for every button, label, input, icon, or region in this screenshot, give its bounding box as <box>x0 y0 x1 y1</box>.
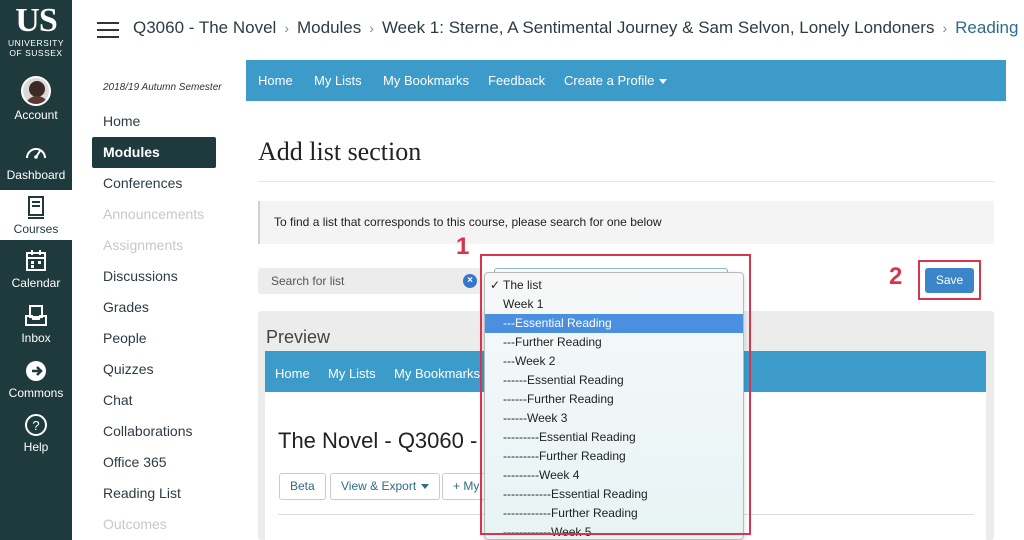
inbox-icon <box>25 305 47 326</box>
global-nav-label: Inbox <box>21 331 51 345</box>
logo-line-1: UNIVERSITY <box>7 38 64 48</box>
course-nav-modules[interactable]: Modules <box>92 137 216 168</box>
preview-my-bookmarks[interactable]: My Bookmarks <box>394 366 480 381</box>
logo-mark: US <box>15 2 57 39</box>
global-nav: US UNIVERSITY OF SUSSEX Account Dashboar… <box>0 0 72 540</box>
course-nav-home[interactable]: Home <box>92 106 216 137</box>
annotation-box-1 <box>480 254 751 535</box>
course-nav: Home Modules Conferences Announcements A… <box>92 106 216 540</box>
university-logo[interactable]: US UNIVERSITY OF SUSSEX <box>0 2 72 59</box>
search-input[interactable]: Search for list × <box>258 268 482 294</box>
breadcrumb-week[interactable]: Week 1: Sterne, A Sentimental Journey & … <box>382 18 935 37</box>
menu-toggle-icon[interactable] <box>97 22 119 38</box>
preview-my-lists[interactable]: My Lists <box>328 366 376 381</box>
svg-text:?: ? <box>32 418 39 433</box>
course-nav-reading-list[interactable]: Reading List <box>92 478 216 509</box>
global-nav-label: Calendar <box>11 276 61 290</box>
chevron-down-icon <box>421 484 430 490</box>
course-nav-office-365[interactable]: Office 365 <box>92 447 216 478</box>
preview-list-title: The Novel - Q3060 - <box>278 428 478 453</box>
calendar-icon <box>26 250 46 271</box>
course-nav-outcomes: Outcomes <box>103 516 167 532</box>
global-nav-calendar[interactable]: Calendar <box>0 248 72 290</box>
beta-button[interactable]: Beta <box>279 473 326 500</box>
course-nav-assignments: Assignments <box>103 237 184 253</box>
breadcrumb-separator-icon: › <box>942 20 948 36</box>
chevron-down-icon <box>659 79 668 85</box>
global-nav-label: Dashboard <box>6 168 66 182</box>
dashboard-icon <box>26 148 46 159</box>
preview-label: Preview <box>266 327 331 347</box>
avatar <box>21 76 51 106</box>
logo-line-2: OF SUSSEX <box>9 48 63 58</box>
global-nav-help[interactable]: ? Help <box>0 412 72 454</box>
courses-icon <box>28 196 44 219</box>
course-nav-quizzes[interactable]: Quizzes <box>92 354 216 385</box>
global-nav-account[interactable]: Account <box>0 76 72 122</box>
course-nav-announcements: Announcements <box>103 206 205 222</box>
view-export-button[interactable]: View & Export <box>330 473 441 500</box>
topbar-feedback[interactable]: Feedback <box>488 73 545 88</box>
clear-search-icon[interactable]: × <box>463 274 477 288</box>
global-nav-label: Courses <box>13 222 59 236</box>
topbar-my-lists[interactable]: My Lists <box>314 73 362 88</box>
annotation-number-1: 1 <box>456 233 470 260</box>
view-export-label: View & Export <box>341 479 417 493</box>
global-nav-dashboard[interactable]: Dashboard <box>0 140 72 182</box>
course-nav-grades[interactable]: Grades <box>92 292 216 323</box>
breadcrumb-current: Reading List <box>955 18 1024 37</box>
breadcrumb-modules[interactable]: Modules <box>297 18 361 37</box>
course-nav-discussions[interactable]: Discussions <box>92 261 216 292</box>
course-nav-people[interactable]: People <box>92 323 216 354</box>
global-nav-label: Commons <box>8 386 64 400</box>
app: US UNIVERSITY OF SUSSEX Account Dashboar… <box>0 0 1024 540</box>
global-nav-commons[interactable]: Commons <box>0 358 72 400</box>
annotation-box-2 <box>918 260 981 300</box>
term-label: 2018/19 Autumn Semester <box>103 82 222 93</box>
annotation-number-2: 2 <box>889 263 903 290</box>
topbar-create-profile-label: Create a Profile <box>564 73 655 88</box>
global-nav-label: Help <box>23 440 49 454</box>
breadcrumb-course[interactable]: Q3060 - The Novel <box>133 18 276 37</box>
course-nav-chat[interactable]: Chat <box>92 385 216 416</box>
preview-home[interactable]: Home <box>275 366 310 381</box>
global-nav-label: Account <box>14 108 58 122</box>
global-nav-courses[interactable]: Courses <box>0 190 72 240</box>
reading-list-topbar: Home My Lists My Bookmarks Feedback Crea… <box>246 60 1006 101</box>
topbar-home[interactable]: Home <box>258 73 293 88</box>
divider <box>258 181 994 182</box>
info-message: To find a list that corresponds to this … <box>258 201 994 244</box>
search-placeholder: Search for list <box>271 274 345 288</box>
help-icon: ? <box>25 414 47 436</box>
global-nav-inbox[interactable]: Inbox <box>0 303 72 345</box>
topbar-create-profile[interactable]: Create a Profile <box>564 73 668 88</box>
course-nav-conferences[interactable]: Conferences <box>92 168 216 199</box>
breadcrumb: Q3060 - The Novel › Modules › Week 1: Sterne… <box>133 18 1024 38</box>
page-title: Add list section <box>258 137 422 166</box>
breadcrumb-separator-icon: › <box>284 20 289 36</box>
course-nav-collaborations[interactable]: Collaborations <box>92 416 216 447</box>
topbar-my-bookmarks[interactable]: My Bookmarks <box>383 73 469 88</box>
commons-icon <box>26 361 46 381</box>
breadcrumb-separator-icon: › <box>369 20 374 36</box>
